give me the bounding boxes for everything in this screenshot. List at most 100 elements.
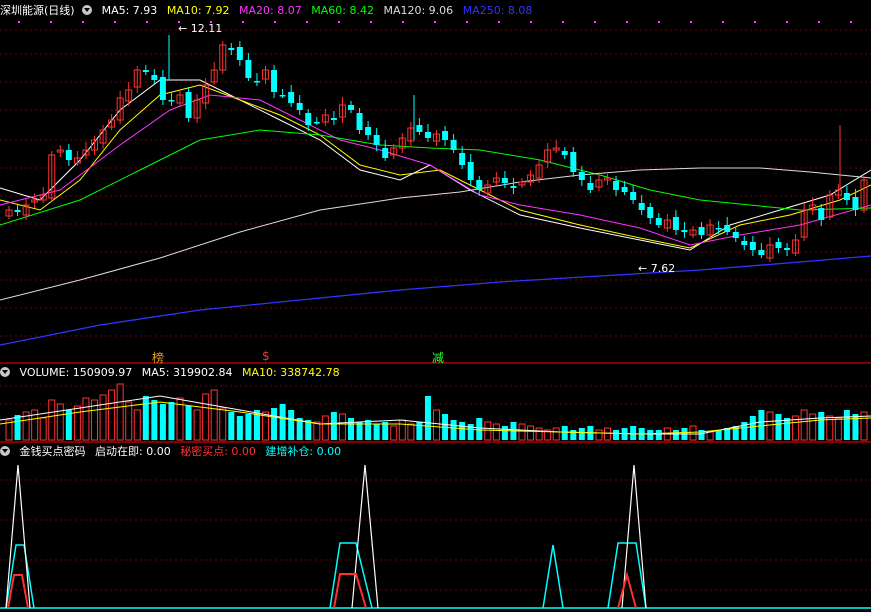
candle-body <box>382 148 389 158</box>
volume-bar <box>407 423 415 441</box>
volume-ma10: MA10: 338742.78 <box>241 366 340 379</box>
marker-bang: 榜 <box>152 351 165 365</box>
volume-bar <box>647 430 654 440</box>
volume-bar <box>210 389 218 441</box>
ma10-label: MA10: 7.92 <box>166 4 230 17</box>
candle-body <box>570 152 577 172</box>
top-dot <box>690 21 692 23</box>
dropdown-icon[interactable] <box>82 5 93 15</box>
candle-body <box>715 228 722 230</box>
volume-bar <box>168 402 175 440</box>
volume-bar <box>424 396 431 440</box>
candle-body <box>296 103 303 110</box>
volume-bar <box>151 400 158 440</box>
top-dot <box>242 21 244 23</box>
candle-body <box>561 151 568 155</box>
candle-body <box>253 81 260 83</box>
volume-bar <box>672 430 679 440</box>
low-price-label: ← 7.62 <box>638 262 676 275</box>
volume-bar <box>202 393 210 441</box>
volume-bar <box>595 429 603 441</box>
candle-body <box>467 162 474 180</box>
candle-body <box>741 241 748 245</box>
volume-bar <box>501 426 508 440</box>
volume-dropdown-icon[interactable] <box>0 367 10 377</box>
candle-body <box>681 230 688 232</box>
volume-bar <box>476 418 483 440</box>
candle-body <box>330 118 337 120</box>
volume-bar <box>818 412 825 440</box>
candle-body <box>630 192 637 200</box>
volume-bar <box>159 404 166 440</box>
candle-body <box>305 113 312 125</box>
candle-body <box>279 95 286 97</box>
volume-bar <box>228 412 235 440</box>
candle-body <box>424 132 431 138</box>
volume-bar <box>527 425 535 441</box>
indicator-item-add: 建增补仓: 0.00 <box>265 445 342 458</box>
candle-body <box>621 187 628 192</box>
volume-bar <box>570 430 577 440</box>
volume-bar <box>219 407 227 441</box>
volume-bar <box>766 411 774 441</box>
marker-jian: 减 <box>432 351 445 365</box>
indicator-add-line <box>542 544 564 609</box>
volume-bar <box>142 396 149 440</box>
volume-bar <box>834 417 842 441</box>
volume-bar <box>416 422 423 440</box>
candle-body <box>142 70 149 72</box>
top-dot <box>562 21 564 23</box>
volume-bar <box>459 422 466 440</box>
volume-bar <box>65 410 72 440</box>
chart-canvas[interactable] <box>0 0 871 612</box>
indicator-item-start: 启动在即: 0.00 <box>95 445 171 458</box>
candle-body <box>245 60 252 78</box>
low-price-value: 7.62 <box>650 262 676 275</box>
candle-body <box>784 248 791 250</box>
volume-bar <box>492 423 500 441</box>
top-dot <box>786 21 788 23</box>
volume-bar <box>245 414 252 440</box>
candle-body <box>510 186 517 188</box>
candle-body <box>476 180 483 190</box>
volume-bar <box>450 420 457 440</box>
indicator-item-secret: 秘密买点: 0.00 <box>180 445 256 458</box>
volume-bar <box>133 409 141 441</box>
top-dot <box>306 21 308 23</box>
volume-bar <box>356 422 363 440</box>
volume-bar <box>552 427 560 441</box>
candle-body <box>698 227 705 235</box>
indicator-dropdown-icon[interactable] <box>0 446 10 456</box>
top-dot <box>850 21 852 23</box>
top-dot <box>434 21 436 23</box>
volume-bar <box>484 421 492 441</box>
candle-body <box>288 92 295 103</box>
candle-body <box>65 150 72 160</box>
candle-body <box>442 131 449 140</box>
volume-bar <box>116 383 124 441</box>
volume-ma5: MA5: 319902.84 <box>141 366 233 379</box>
indicator-name: 金钱买点密码 <box>19 445 86 458</box>
top-dot <box>530 21 532 23</box>
candle-body <box>647 207 654 218</box>
volume-bar <box>330 412 337 440</box>
candle-body <box>459 153 466 165</box>
stock-title: 深圳能源(日线) <box>0 4 75 17</box>
volume-bar <box>279 404 286 440</box>
volume-bar <box>613 430 620 440</box>
ma250-label: MA250: 8.08 <box>462 4 533 17</box>
volume-bar <box>578 428 585 440</box>
volume-bar <box>518 423 526 441</box>
volume-bar <box>365 420 372 440</box>
top-dot <box>594 21 596 23</box>
candle-body <box>356 113 363 130</box>
volume-bar <box>655 430 662 440</box>
candle-body <box>416 125 423 132</box>
candle-body <box>236 47 243 60</box>
candle-body <box>724 225 731 232</box>
top-dot <box>274 21 276 23</box>
volume-bar <box>604 427 611 441</box>
top-dot <box>658 21 660 23</box>
volume-bar <box>715 430 722 440</box>
candle-body <box>159 77 166 100</box>
